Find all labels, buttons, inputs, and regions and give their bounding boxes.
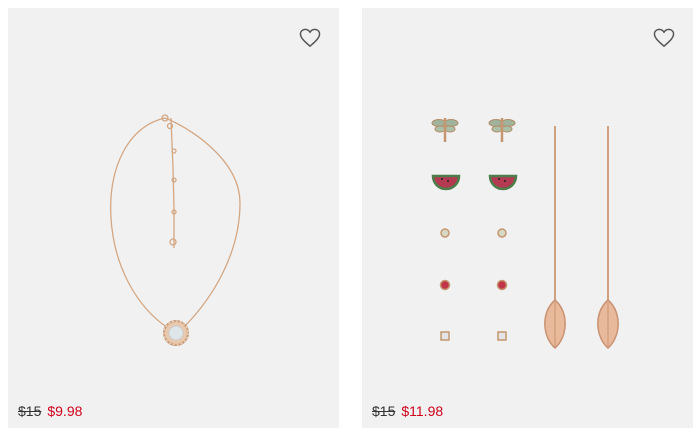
price-row: $15 $9.98 (18, 403, 82, 419)
earring-set-image[interactable] (362, 8, 693, 398)
product-card-earrings[interactable]: $15 $11.98 (362, 8, 693, 428)
product-card-necklace[interactable]: $15 $9.98 (8, 8, 339, 428)
original-price: $15 (18, 403, 42, 419)
original-price: $15 (372, 403, 396, 419)
dragonfly-earring (431, 118, 516, 142)
necklace-pendant-image[interactable] (8, 8, 339, 398)
wishlist-heart-icon[interactable] (653, 28, 675, 48)
price-row: $15 $11.98 (372, 403, 443, 419)
sale-price: $11.98 (401, 403, 444, 419)
wishlist-heart-icon[interactable] (299, 28, 321, 48)
sale-price: $9.98 (47, 403, 83, 419)
